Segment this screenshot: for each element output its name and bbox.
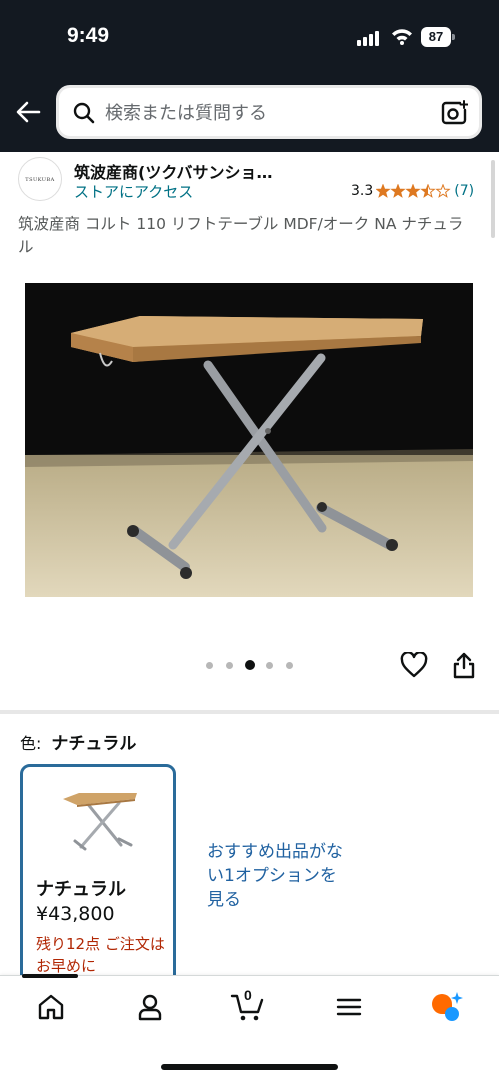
home-indicator-bar	[161, 1064, 338, 1070]
bottom-navigation: 0	[0, 974, 499, 1080]
battery-level: 87	[421, 27, 451, 47]
rating-star	[405, 184, 421, 198]
cart-button[interactable]: 0	[230, 987, 266, 1022]
top-header: 9:49 87	[0, 0, 499, 152]
section-divider	[0, 710, 499, 714]
search-icon	[73, 102, 95, 124]
search-bar[interactable]	[56, 85, 482, 139]
image-carousel-dots[interactable]	[205, 660, 295, 670]
rufus-icon[interactable]	[428, 990, 464, 1024]
seller-rating[interactable]: 3.3 (7)	[351, 183, 474, 199]
menu-icon[interactable]	[334, 992, 364, 1022]
rating-count: (7)	[454, 183, 475, 199]
cellular-signal-icon	[357, 30, 383, 46]
color-label: 色:	[20, 734, 42, 753]
search-input[interactable]	[105, 98, 425, 128]
option-name: ナチュラル	[36, 879, 126, 900]
carousel-dot[interactable]	[245, 660, 255, 670]
seller-logo[interactable]: TSUKUBA	[18, 157, 62, 201]
carousel-dot[interactable]	[226, 662, 233, 669]
carousel-dot[interactable]	[286, 662, 293, 669]
rating-star	[420, 184, 436, 198]
option-price: ¥43,800	[36, 903, 115, 925]
stock-warning: 残り12点 ご注文はお早めに	[36, 935, 165, 975]
color-option-card[interactable]: ナチュラル ¥43,800 残り12点 ご注文はお早めに	[20, 764, 176, 994]
selected-color: ナチュラル	[51, 734, 137, 754]
heart-icon[interactable]	[400, 652, 428, 678]
account-icon[interactable]	[135, 992, 165, 1022]
carousel-dot[interactable]	[206, 662, 213, 669]
color-selector-label: 色: ナチュラル	[20, 729, 136, 754]
option-thumbnail	[63, 793, 137, 851]
product-image[interactable]	[25, 283, 473, 597]
rating-stars-icon	[376, 184, 451, 198]
see-unavailable-options-link[interactable]: おすすめ出品がない1オプションを見る	[207, 840, 347, 912]
seller-name[interactable]: 筑波産商(ツクバサンショ…	[74, 159, 273, 183]
wifi-icon	[392, 29, 412, 45]
share-icon[interactable]	[452, 651, 476, 679]
scrollbar[interactable]	[491, 160, 495, 238]
product-title: 筑波産商 コルト 110 リフトテーブル MDF/オーク NA ナチュラル	[18, 215, 464, 256]
visit-store-link[interactable]: ストアにアクセス	[74, 181, 193, 202]
camera-lens-icon[interactable]	[440, 99, 468, 127]
status-time: 9:49	[67, 24, 110, 47]
rating-star	[390, 184, 406, 198]
cart-count: 0	[244, 987, 252, 1003]
home-icon[interactable]	[36, 992, 66, 1022]
rating-star	[435, 184, 451, 198]
active-tab-indicator	[22, 974, 78, 978]
battery-icon: 87	[421, 27, 455, 47]
back-arrow-icon[interactable]	[14, 98, 42, 126]
rating-star	[376, 184, 391, 198]
carousel-dot[interactable]	[266, 662, 273, 669]
rating-value: 3.3	[351, 183, 374, 199]
